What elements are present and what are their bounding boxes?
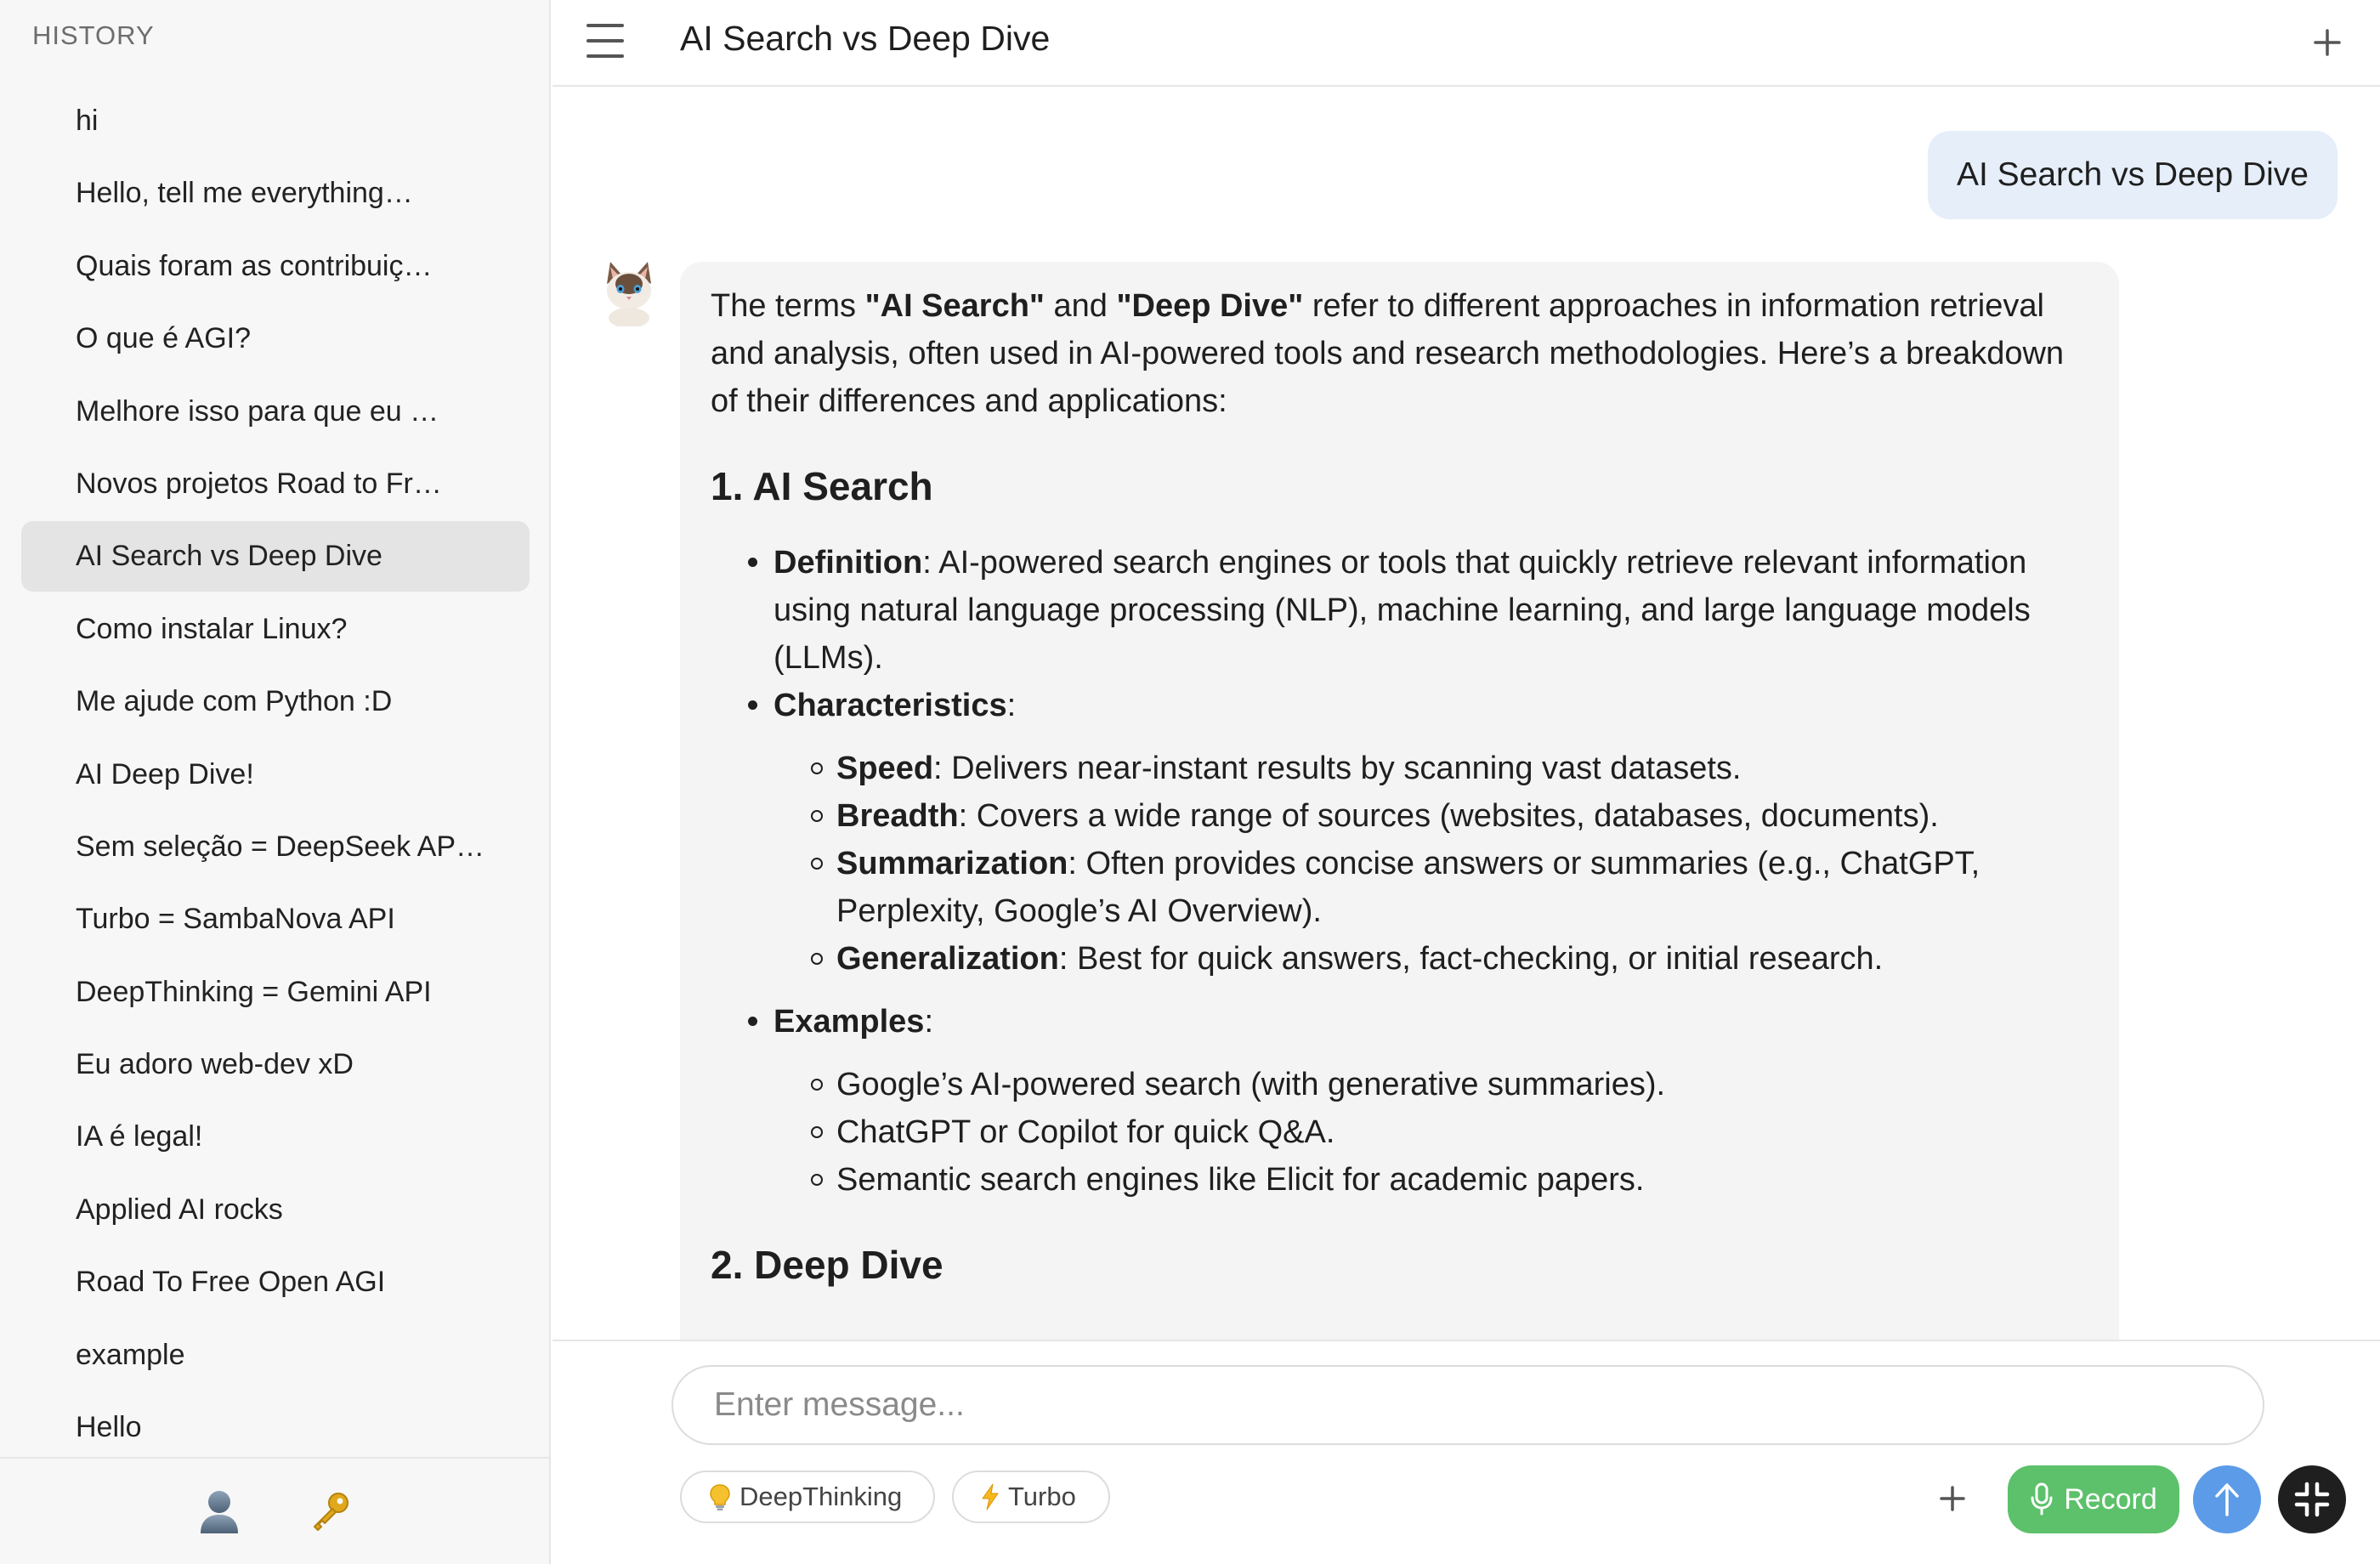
ai-search-list: Definition: AI-powered search engines or… [711, 539, 2088, 1204]
history-item[interactable]: Turbo = SambaNova API [21, 884, 530, 955]
user-icon[interactable] [194, 1486, 245, 1537]
history-list: hi Hello, tell me everything… Quais foram … [21, 86, 530, 1465]
user-message: AI Search vs Deep Dive [1927, 131, 2338, 219]
history-item[interactable]: Eu adoro web-dev xD [21, 1029, 530, 1100]
new-chat-button[interactable] [2309, 24, 2346, 61]
collapse-icon [2294, 1482, 2330, 1517]
assistant-avatar [598, 258, 660, 328]
turbo-label: Turbo [1008, 1482, 1076, 1511]
history-item[interactable]: Hello [21, 1392, 530, 1463]
composer: DeepThinking Turbo Record [552, 1340, 2380, 1564]
list-item-characteristics: Characteristics: Speed: Delivers near-in… [748, 682, 2088, 983]
deepthinking-toggle[interactable]: DeepThinking [680, 1470, 935, 1523]
message-input[interactable] [672, 1365, 2264, 1445]
history-item[interactable]: IA é legal! [21, 1102, 530, 1172]
examples-sublist: Google’s AI-powered search (with generat… [774, 1061, 2088, 1204]
plus-icon [2314, 29, 2341, 56]
assistant-message: The terms "AI Search" and "Deep Dive" re… [680, 262, 2119, 1340]
attach-button[interactable] [1931, 1477, 1974, 1520]
history-item[interactable]: Quais foram as contribuiç… [21, 231, 530, 302]
history-item[interactable]: Me ajude com Python :D [21, 666, 530, 737]
history-item[interactable]: Como instalar Linux? [21, 594, 530, 665]
sublist-item: Google’s AI-powered search (with generat… [811, 1061, 2088, 1108]
chat-title: AI Search vs Deep Dive [680, 19, 1051, 58]
sublist-item: Summarization: Often provides concise an… [811, 840, 2088, 935]
turbo-toggle[interactable]: Turbo [952, 1470, 1110, 1523]
sublist-item: Speed: Delivers near-instant results by … [811, 745, 2088, 792]
lightning-icon [982, 1483, 999, 1510]
history-item[interactable]: Applied AI rocks [21, 1175, 530, 1245]
history-item[interactable]: example [21, 1320, 530, 1391]
sublist-item: Semantic search engines like Elicit for … [811, 1156, 2088, 1204]
lightbulb-icon [710, 1484, 730, 1510]
list-item-examples: Examples: Google’s AI-powered search (wi… [748, 998, 2088, 1204]
send-button[interactable] [2193, 1465, 2261, 1533]
sublist-item: Breadth: Covers a wide range of sources … [811, 792, 2088, 840]
plus-icon [1940, 1486, 1965, 1511]
history-item[interactable]: Sem seleção = DeepSeek AP… [21, 812, 530, 882]
collapse-button[interactable] [2278, 1465, 2346, 1533]
sublist-item: Generalization: Best for quick answers, … [811, 935, 2088, 983]
history-item[interactable]: hi [21, 86, 530, 156]
section-heading-ai-search: 1. AI Search [711, 464, 933, 508]
microphone-icon [2031, 1482, 2053, 1516]
record-label: Record [2064, 1482, 2157, 1516]
key-icon[interactable] [304, 1486, 355, 1537]
record-button[interactable]: Record [2008, 1465, 2179, 1533]
message-area[interactable]: AI Search vs Deep Dive The terms "AI Sea… [552, 88, 2380, 1340]
list-item-definition: Definition: AI-powered search engines or… [748, 539, 2088, 682]
history-item[interactable]: DeepThinking = Gemini API [21, 957, 530, 1028]
history-item[interactable]: Road To Free Open AGI [21, 1247, 530, 1318]
history-item[interactable]: AI Search vs Deep Dive [21, 521, 530, 592]
history-item[interactable]: Hello, tell me everything… [21, 158, 530, 229]
chat-header: AI Search vs Deep Dive [552, 0, 2380, 87]
characteristics-sublist: Speed: Delivers near-instant results by … [774, 745, 2088, 983]
sidebar: HISTORY hi Hello, tell me everything… Quai… [0, 0, 551, 1564]
deepthinking-label: DeepThinking [740, 1482, 903, 1511]
history-heading: HISTORY [32, 20, 155, 50]
section-heading-deep-dive: 2. Deep Dive [711, 1243, 944, 1287]
sublist-item: ChatGPT or Copilot for quick Q&A. [811, 1108, 2088, 1156]
history-item[interactable]: Novos projetos Road to Fr… [21, 449, 530, 519]
history-item[interactable]: AI Deep Dive! [21, 740, 530, 810]
sidebar-footer [0, 1457, 549, 1564]
assistant-intro: The terms "AI Search" and "Deep Dive" re… [711, 288, 2065, 419]
history-item[interactable]: Melhore isso para que eu … [21, 377, 530, 447]
arrow-up-icon [2215, 1483, 2239, 1516]
history-item[interactable]: O que é AGI? [21, 303, 530, 374]
hamburger-menu-icon[interactable] [583, 19, 631, 66]
